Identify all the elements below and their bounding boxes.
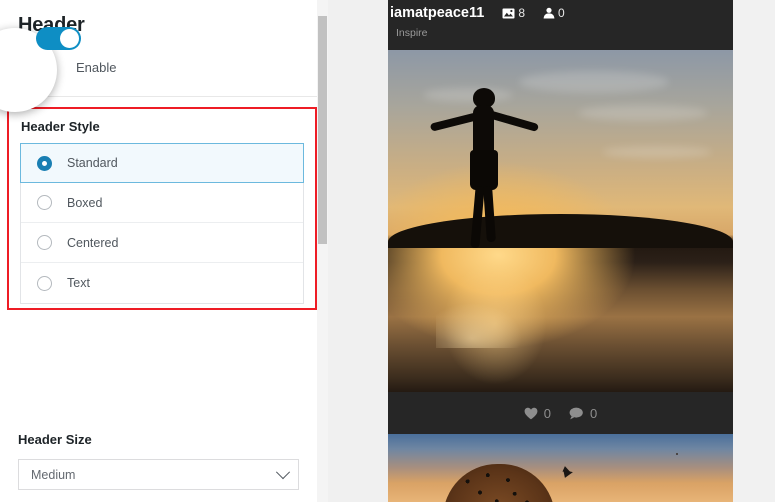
feed-post-image[interactable] (388, 50, 733, 392)
comment-icon (569, 407, 584, 420)
header-size-value: Medium (31, 467, 76, 482)
header-style-radio-group[interactable]: Standard Boxed Centered Text (20, 143, 304, 304)
comment-action[interactable]: 0 (569, 406, 597, 421)
feed-header: iamatpeace11 8 0 Inspire (388, 0, 733, 50)
feed-post-actions: 0 0 (388, 392, 733, 434)
enable-toggle[interactable] (36, 27, 81, 50)
chevron-down-icon (275, 464, 291, 479)
feed-posts-count: 8 (518, 6, 526, 20)
tree-silhouette (443, 464, 556, 502)
radio-option-text[interactable]: Text (21, 263, 303, 303)
radio-unselected-icon (37, 235, 52, 250)
comment-count: 0 (590, 405, 598, 421)
feed-username: iamatpeace11 (390, 5, 485, 21)
feed-followers-stat: 0 (543, 6, 565, 20)
radio-option-standard[interactable]: Standard (20, 143, 304, 183)
header-size-select[interactable]: Medium (18, 459, 299, 490)
distant-bird-dot (675, 453, 678, 456)
photo-icon (502, 8, 515, 19)
feed-preview: iamatpeace11 8 0 Inspire 0 0 (388, 0, 733, 502)
radio-unselected-icon (37, 275, 52, 291)
radio-option-label: Text (67, 276, 90, 290)
settings-panel: Header Enable Header Style Standard Boxe… (0, 0, 317, 502)
enable-label: Enable (76, 59, 117, 75)
screen-root: Header Enable Header Style Standard Boxe… (0, 0, 775, 502)
radio-selected-icon (37, 155, 52, 171)
feed-bio: Inspire (396, 27, 428, 39)
radio-option-label: Centered (67, 235, 119, 250)
like-count: 0 (543, 405, 551, 421)
feed-header-top: iamatpeace11 8 0 (390, 5, 733, 21)
toggle-knob (60, 29, 79, 48)
radio-option-boxed[interactable]: Boxed (21, 183, 303, 223)
enable-row: Enable (18, 54, 299, 80)
tree-line (388, 214, 733, 249)
feed-followers-count: 0 (558, 6, 565, 20)
radio-option-label: Standard (67, 156, 118, 170)
panel-preview-gutter (328, 0, 388, 502)
radio-unselected-icon (37, 195, 52, 210)
heart-icon (524, 407, 538, 420)
water-splash (436, 299, 527, 348)
like-action[interactable]: 0 (524, 406, 551, 421)
panel-scrollbar-thumb[interactable] (318, 16, 327, 244)
person-icon (543, 7, 555, 19)
feed-next-post-image[interactable] (388, 434, 733, 502)
header-size-section: Header Size Medium (0, 417, 317, 502)
header-size-label: Header Size (18, 432, 92, 447)
feed-posts-stat: 8 (502, 6, 525, 20)
preview-right-margin (733, 0, 775, 502)
bird-silhouette (563, 468, 574, 479)
header-style-label: Header Style (21, 119, 100, 134)
header-style-highlight-box: Header Style Standard Boxed Centered Tex… (7, 107, 317, 310)
radio-option-centered[interactable]: Centered (21, 223, 303, 263)
radio-option-label: Boxed (67, 195, 103, 210)
